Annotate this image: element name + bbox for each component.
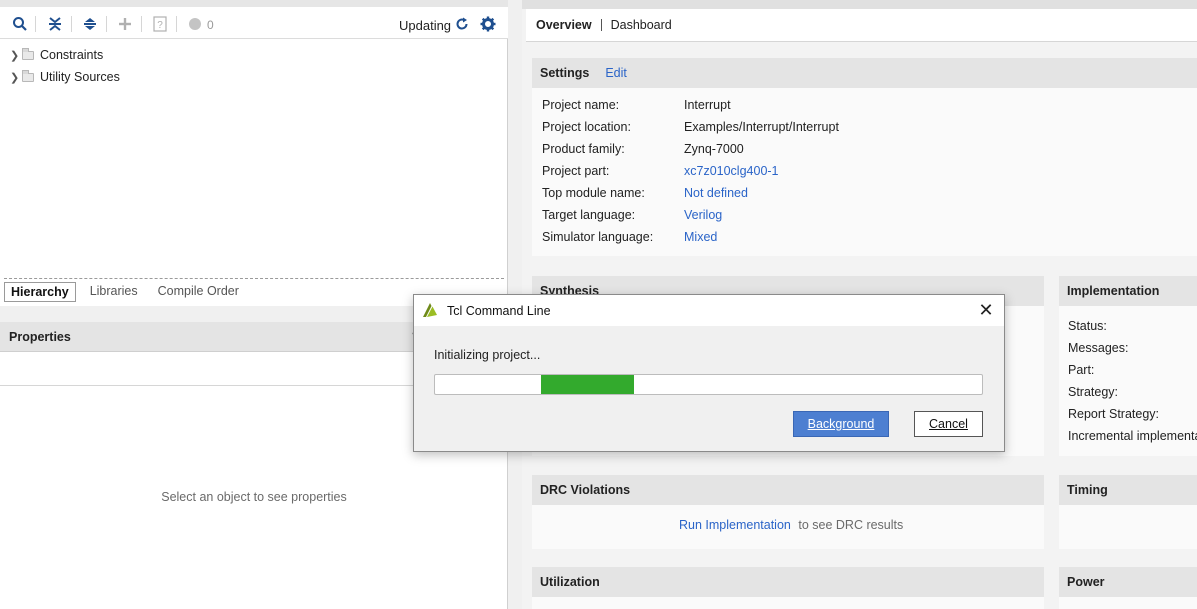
refresh-icon[interactable] <box>453 15 471 33</box>
timing-title: Timing <box>1067 483 1108 497</box>
settings-key: Project name: <box>542 98 620 112</box>
sources-tabs: Hierarchy Libraries Compile Order <box>4 282 253 302</box>
tab-libraries[interactable]: Libraries <box>84 282 144 302</box>
settings-header: Settings Edit <box>532 58 1197 88</box>
updating-label: Updating <box>399 18 452 33</box>
utilization-title: Utilization <box>540 575 600 589</box>
background-button[interactable]: Background <box>793 411 889 437</box>
settings-value[interactable]: Verilog <box>684 208 722 222</box>
tcl-command-line-dialog: Tcl Command Line ✕ Initializing project.… <box>413 294 1005 452</box>
tree-item-constraints[interactable]: ❯ Constraints <box>0 44 500 66</box>
status-dot-icon <box>186 15 204 33</box>
timing-body <box>1059 505 1197 549</box>
sources-tree: ❯ Constraints ❯ Utility Sources <box>0 44 500 88</box>
sources-title-strip <box>0 0 508 7</box>
edit-settings-link[interactable]: Edit <box>605 66 627 80</box>
tree-item-label: Utility Sources <box>40 70 120 84</box>
settings-value: Zynq-7000 <box>684 142 744 156</box>
power-body <box>1059 597 1197 609</box>
dialog-title: Tcl Command Line <box>447 304 551 318</box>
power-title: Power <box>1067 575 1105 589</box>
toolbar-separator <box>106 16 107 32</box>
progress-bar-fill <box>541 375 634 394</box>
settings-key: Top module name: <box>542 186 645 200</box>
properties-empty-message: Select an object to see properties <box>161 490 347 504</box>
chevron-right-icon[interactable]: ❯ <box>10 49 20 62</box>
tab-dashboard[interactable]: Dashboard <box>611 18 672 32</box>
vivado-logo-icon <box>422 302 438 318</box>
gear-icon[interactable] <box>479 15 497 33</box>
tab-compile-order[interactable]: Compile Order <box>152 282 245 302</box>
implementation-title: Implementation <box>1067 284 1160 298</box>
settings-value[interactable]: xc7z010clg400-1 <box>684 164 779 178</box>
power-header: Power <box>1059 567 1197 597</box>
dialog-message: Initializing project... <box>434 348 541 362</box>
drc-title: DRC Violations <box>540 483 631 497</box>
tab-overview[interactable]: Overview <box>536 18 592 32</box>
impl-messages-label: Messages: <box>1068 341 1129 355</box>
settings-key: Product family: <box>542 142 625 156</box>
toolbar-separator <box>35 16 36 32</box>
settings-value: Interrupt <box>684 98 731 112</box>
collapse-all-icon[interactable] <box>46 15 64 33</box>
plus-icon[interactable] <box>116 15 134 33</box>
chevron-right-icon[interactable]: ❯ <box>10 71 20 84</box>
drc-message: Run Implementation to see DRC results <box>679 518 903 532</box>
dialog-titlebar[interactable]: Tcl Command Line ✕ <box>414 295 1004 326</box>
settings-key: Simulator language: <box>542 230 654 244</box>
toolbar-separator <box>71 16 72 32</box>
tree-item-label: Constraints <box>40 48 104 62</box>
toolbar-separator <box>176 16 177 32</box>
cancel-button[interactable]: Cancel <box>914 411 983 437</box>
status-count: 0 <box>207 18 214 32</box>
sources-panel: ? 0 Updating ❯ Constraints ❯ Utility Sou… <box>0 0 508 306</box>
impl-strategy-label: Strategy: <box>1068 385 1119 399</box>
settings-value: Examples/Interrupt/Interrupt <box>684 120 839 134</box>
impl-status-label: Status: <box>1068 319 1107 333</box>
settings-key: Target language: <box>542 208 636 222</box>
tree-item-utility-sources[interactable]: ❯ Utility Sources <box>0 66 500 88</box>
settings-value[interactable]: Mixed <box>684 230 717 244</box>
timing-header: Timing <box>1059 475 1197 505</box>
toolbar-separator <box>141 16 142 32</box>
utilization-header: Utilization <box>532 567 1044 597</box>
close-icon[interactable]: ✕ <box>976 300 996 320</box>
settings-title: Settings <box>540 66 590 80</box>
impl-part-label: Part: <box>1068 363 1095 377</box>
folder-icon <box>22 69 34 82</box>
impl-report-strategy-label: Report Strategy: <box>1068 407 1160 421</box>
sources-toolbar: ? 0 Updating <box>0 7 508 39</box>
utilization-body <box>532 597 1044 609</box>
tab-divider <box>600 19 602 31</box>
svg-text:?: ? <box>157 20 163 31</box>
question-icon[interactable]: ? <box>151 15 169 33</box>
properties-title: Properties <box>9 329 71 344</box>
panel-divider <box>4 278 504 279</box>
drc-message-text: to see DRC results <box>798 518 904 532</box>
summary-title-strip <box>522 0 1197 9</box>
folder-icon <box>22 47 34 60</box>
run-implementation-link[interactable]: Run Implementation <box>679 518 791 532</box>
expand-all-icon[interactable] <box>81 15 99 33</box>
impl-incremental-label: Incremental implementa <box>1068 429 1197 443</box>
implementation-header: Implementation <box>1059 276 1197 306</box>
tab-hierarchy[interactable]: Hierarchy <box>4 282 76 302</box>
settings-value[interactable]: Not defined <box>684 186 748 200</box>
summary-tabs: Overview Dashboard <box>526 9 1197 42</box>
drc-header: DRC Violations <box>532 475 1044 505</box>
search-icon[interactable] <box>11 15 29 33</box>
settings-key: Project part: <box>542 164 610 178</box>
settings-key: Project location: <box>542 120 631 134</box>
progress-bar <box>434 374 983 395</box>
